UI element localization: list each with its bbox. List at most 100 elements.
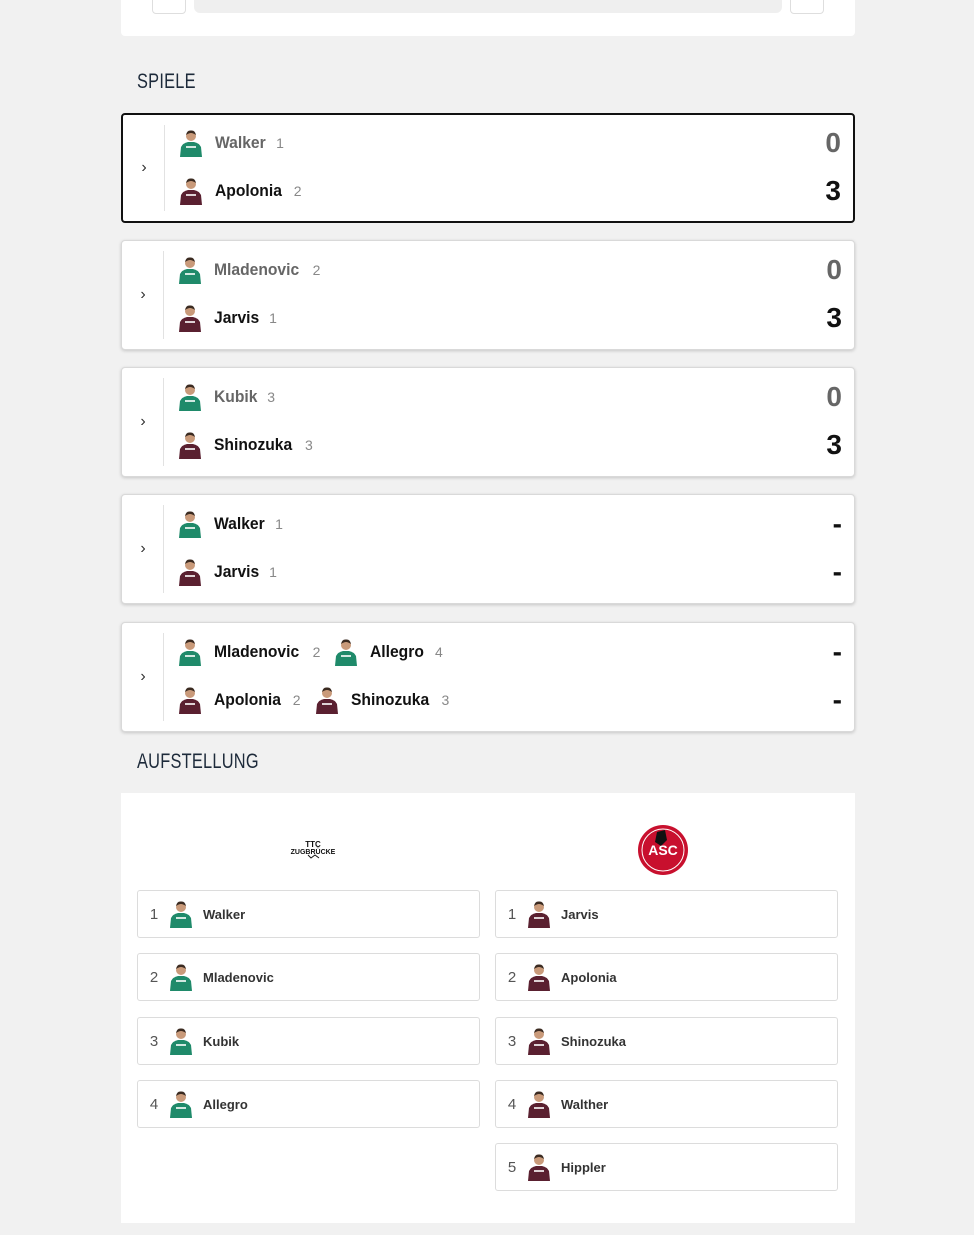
home-score: - <box>832 636 842 667</box>
lineup-home-item[interactable]: 4 Allegro <box>137 1080 480 1128</box>
lineup-home-item[interactable]: 3 Kubik <box>137 1017 480 1065</box>
player: Walker 1 <box>176 510 283 538</box>
chevron-right-icon[interactable]: › <box>136 668 150 686</box>
lineup-player-name: Kubik <box>203 1033 240 1049</box>
player-seed: 2 <box>292 692 301 708</box>
away-score: 3 <box>826 429 842 460</box>
player: Shinozuka 3 <box>313 686 450 714</box>
player-avatar <box>177 177 205 205</box>
lineup-player-name: Shinozuka <box>561 1033 627 1049</box>
player-name: Apolonia <box>214 690 281 709</box>
lineup-player-name: Walther <box>561 1096 609 1112</box>
player-name: Apolonia <box>215 181 282 200</box>
player-avatar <box>167 1027 195 1055</box>
match-divider <box>163 505 164 593</box>
player-name: Walker <box>215 133 266 152</box>
home-score: - <box>832 508 842 539</box>
chevron-right-icon[interactable]: › <box>136 540 150 558</box>
player-seed: 2 <box>312 644 321 660</box>
player-avatar <box>176 256 204 284</box>
lineup-away-item[interactable]: 5 Hippler <box>495 1143 838 1191</box>
player-avatar <box>167 963 195 991</box>
lineup-away-item[interactable]: 2 Apolonia <box>495 953 838 1001</box>
lineup-section-title: AUFSTELLUNG <box>137 750 259 773</box>
lineup-player-name: Mladenovic <box>203 969 274 985</box>
match-divider <box>163 251 164 339</box>
svg-text:TTC: TTC <box>305 840 321 849</box>
lineup-home-item[interactable]: 2 Mladenovic <box>137 953 480 1001</box>
player-name: Jarvis <box>214 308 260 327</box>
player-avatar <box>332 638 360 666</box>
chevron-right-icon[interactable]: › <box>137 159 151 177</box>
home-score: 0 <box>826 381 842 412</box>
player-seed: 2 <box>293 183 302 199</box>
player-avatar <box>167 900 195 928</box>
player-avatar <box>525 900 553 928</box>
home-team-logo: TTC ZUGBRÜCKE <box>291 840 336 859</box>
player-name: Kubik <box>214 387 258 406</box>
player-avatar <box>176 686 204 714</box>
home-row: Kubik 3 0 <box>176 381 842 412</box>
away-score: 3 <box>825 175 841 206</box>
lineup-number: 3 <box>507 1032 517 1050</box>
match-card[interactable]: › Kubik 3 0 Shinozuka 3 3 <box>121 367 855 477</box>
player-avatar <box>177 129 205 157</box>
svg-text:ASC: ASC <box>648 842 678 858</box>
lineup-player-name: Walker <box>203 906 246 922</box>
lineup-number: 3 <box>149 1032 159 1050</box>
player-name: Jarvis <box>214 562 260 581</box>
player-avatar <box>176 558 204 586</box>
player-avatar <box>313 686 341 714</box>
player: Mladenovic 2 <box>176 638 321 666</box>
lineup-player-name: Jarvis <box>561 906 599 922</box>
lineup-number: 4 <box>507 1095 517 1113</box>
match-card[interactable]: › Mladenovic 2 Allegro 4 - Apolonia 2 Shinozuka 3… <box>121 622 855 732</box>
player: Jarvis 1 <box>176 558 277 586</box>
lineup-away-item[interactable]: 3 Shinozuka <box>495 1017 838 1065</box>
lineup-away-item[interactable]: 1 Jarvis <box>495 890 838 938</box>
next-nav-button[interactable] <box>790 0 824 14</box>
player-avatar <box>525 1027 553 1055</box>
match-card[interactable]: › Mladenovic 2 0 Jarvis 1 3 <box>121 240 855 350</box>
chevron-right-icon[interactable]: › <box>136 286 150 304</box>
player-seed: 4 <box>434 644 443 660</box>
home-score: 0 <box>826 254 842 285</box>
player-seed: 1 <box>269 564 277 580</box>
away-row: Jarvis 1 - <box>176 556 842 587</box>
player-name: Mladenovic <box>214 642 300 661</box>
player-seed: 3 <box>267 389 276 405</box>
player: Shinozuka 3 <box>176 431 313 459</box>
chevron-right-icon[interactable]: › <box>136 413 150 431</box>
prev-nav-button[interactable] <box>152 0 186 14</box>
player-seed: 1 <box>269 310 277 326</box>
player: Kubik 3 <box>176 383 276 411</box>
player: Jarvis 1 <box>176 304 277 332</box>
player-avatar <box>525 963 553 991</box>
svg-text:ZUGBRÜCKE: ZUGBRÜCKE <box>291 847 336 856</box>
panel-bar <box>194 0 782 13</box>
player-name: Mladenovic <box>214 260 300 279</box>
lineup-away-item[interactable]: 4 Walther <box>495 1080 838 1128</box>
lineup-home-item[interactable]: 1 Walker <box>137 890 480 938</box>
lineup-number: 2 <box>507 968 517 986</box>
player-avatar <box>525 1090 553 1118</box>
player-seed: 3 <box>441 692 450 708</box>
match-divider <box>164 125 165 211</box>
match-card[interactable]: › Walker 1 - Jarvis 1 - <box>121 494 855 604</box>
player: Apolonia 2 <box>176 686 301 714</box>
away-row: Apolonia 2 3 <box>177 175 841 206</box>
away-team-logo: ASC <box>638 825 688 875</box>
home-row: Walker 1 0 <box>177 127 841 158</box>
player-avatar <box>176 431 204 459</box>
away-row: Apolonia 2 Shinozuka 3 - <box>176 684 842 715</box>
player-avatar <box>176 383 204 411</box>
player: Apolonia 2 <box>177 177 302 205</box>
lineup-player-name: Apolonia <box>561 969 617 985</box>
away-score: 3 <box>826 302 842 333</box>
lineup-number: 5 <box>507 1158 517 1176</box>
previous-panel <box>121 0 855 36</box>
player-avatar <box>176 638 204 666</box>
away-row: Jarvis 1 3 <box>176 302 842 333</box>
lineup-panel: TTC ZUGBRÜCKE ASC 1 Walker 2 Mladenovic 3 Kub… <box>121 793 855 1223</box>
match-card[interactable]: › Walker 1 0 Apolonia 2 3 <box>121 113 855 223</box>
